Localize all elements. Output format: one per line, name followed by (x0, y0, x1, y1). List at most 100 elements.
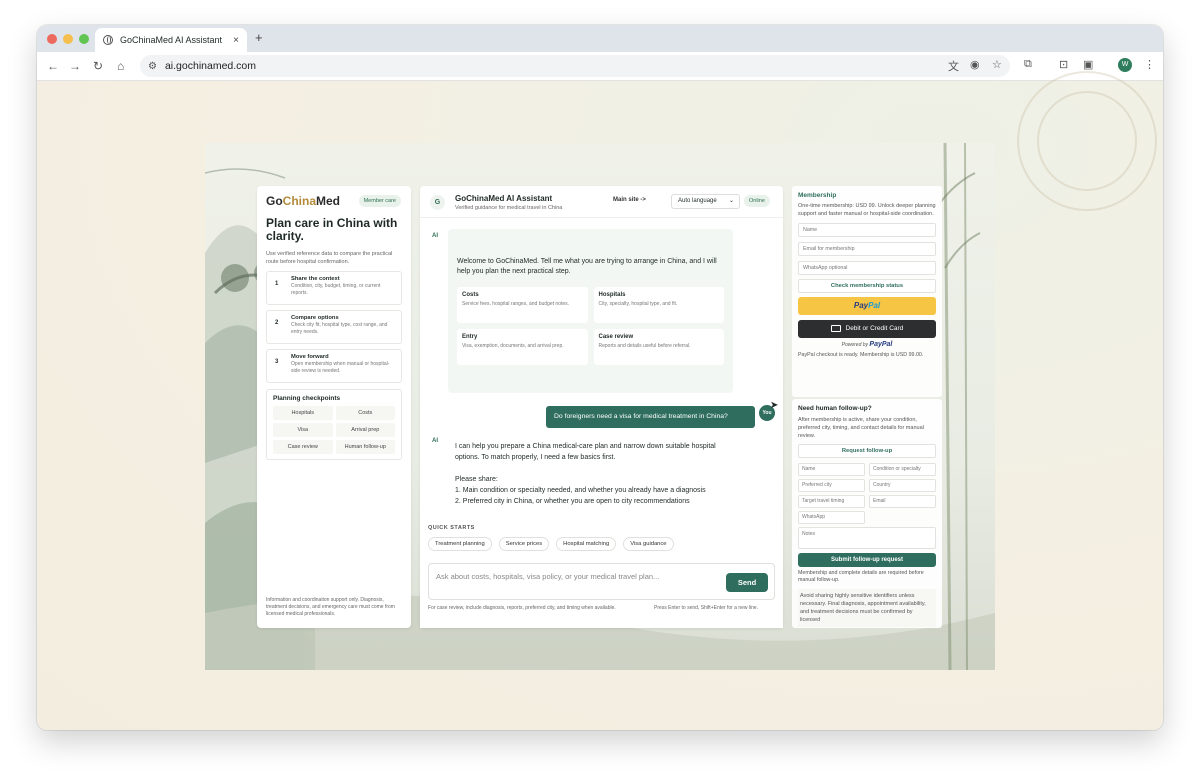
reload-icon[interactable]: ↻ (93, 59, 103, 73)
language-value: Auto language (678, 198, 717, 204)
step-title: Move forward (291, 354, 329, 360)
tab-title: GoChinaMed AI Assistant (120, 35, 223, 45)
app-page: GoChinaMed Member care Plan care in Chin… (205, 143, 995, 670)
maximize-window-button[interactable] (79, 34, 89, 44)
submit-follow-up-button[interactable]: Submit follow-up request (798, 553, 936, 567)
tab-close-icon[interactable]: × (233, 35, 239, 46)
chevron-down-icon: ⌄ (728, 198, 734, 204)
checkout-status: PayPal checkout is ready. Membership is … (798, 352, 924, 358)
fu-timing-field[interactable]: Target travel timing (798, 495, 865, 508)
planning-checkpoints: Planning checkpoints Hospitals Costs Vis… (266, 389, 402, 460)
credit-card-icon (830, 324, 841, 332)
message-list: AI Welcome to GoChinaMed. Tell me what y… (420, 219, 783, 521)
globe-icon (103, 35, 113, 45)
card-button-label: Debit or Credit Card (845, 325, 904, 332)
reply-paragraph: I can help you prepare a China medical-c… (455, 443, 716, 461)
fu-country-field[interactable]: Country (869, 479, 936, 492)
checkpoint-hospitals[interactable]: Hospitals (273, 406, 333, 420)
checkpoint-case-review[interactable]: Case review (273, 440, 333, 454)
viewport: GoChinaMed Member care Plan care in Chin… (37, 71, 1163, 730)
paypal-logo-pal: Pal (868, 301, 881, 310)
step-card: 2 Compare options Check city fit, hospit… (266, 310, 402, 344)
keyboard-hint: Press Enter to send, Shift+Enter for a n… (654, 605, 759, 611)
profile-avatar[interactable]: W (1118, 58, 1132, 72)
quick-start-treatment-planning[interactable]: Treatment planning (428, 537, 492, 551)
reply-list-item: 1. Main condition or specialty needed, a… (455, 487, 706, 494)
star-icon[interactable]: ☆ (992, 58, 1002, 71)
chat-header: G GoChinaMed AI Assistant Verified guida… (420, 186, 783, 218)
request-follow-up-button[interactable]: Request follow-up (798, 444, 936, 458)
home-icon[interactable]: ⌂ (117, 59, 124, 73)
quick-start-visa-guidance[interactable]: Visa guidance (623, 537, 674, 551)
step-desc: Condition, city, budget, timing, or curr… (291, 283, 381, 296)
card-payment-button[interactable]: Debit or Credit Card (798, 320, 936, 338)
screenshot-icon[interactable]: ⊡ (1059, 58, 1068, 71)
site-info-icon[interactable]: ⚙ (148, 61, 157, 72)
tile-desc: Service fees, hospital ranges, and budge… (462, 301, 570, 307)
fu-name-field[interactable]: Name (798, 463, 865, 476)
send-button[interactable]: Send (726, 573, 768, 592)
tab-strip: GoChinaMed AI Assistant × + (37, 25, 1163, 52)
membership-title: Membership (798, 192, 837, 199)
powered-by-paypal: Powered by PayPal (798, 341, 936, 348)
fu-condition-field[interactable]: Condition or specialty (869, 463, 936, 476)
tile-desc: Reports and details useful before referr… (598, 343, 691, 349)
topic-tile-case-review[interactable]: Case review Reports and details useful b… (593, 329, 724, 365)
back-icon[interactable]: ← (47, 59, 59, 73)
check-membership-button[interactable]: Check membership status (798, 279, 936, 293)
whatsapp-field[interactable]: WhatsApp optional (798, 261, 936, 275)
tile-title: Case review (598, 334, 634, 340)
eye-icon[interactable]: ◉ (970, 58, 980, 71)
topic-tile-costs[interactable]: Costs Service fees, hospital ranges, and… (457, 287, 588, 323)
menu-kebab-icon[interactable]: ⋮ (1144, 58, 1155, 71)
follow-up-title: Need human follow-up? (798, 405, 872, 412)
checkpoint-arrival-prep[interactable]: Arrival prep (335, 423, 395, 437)
close-window-button[interactable] (47, 34, 57, 44)
paypal-button[interactable]: PayPal (798, 297, 936, 315)
topic-tile-hospitals[interactable]: Hospitals City, specialty, hospital type… (593, 287, 724, 323)
email-field[interactable]: Email for membership (798, 242, 936, 256)
follow-up-desc: After membership is active, share your c… (798, 417, 924, 439)
step-desc: Check city fit, hospital type, cost rang… (291, 322, 388, 335)
checkpoint-visa[interactable]: Visa (273, 423, 333, 437)
fu-city-field[interactable]: Preferred city (798, 479, 865, 492)
step-title: Compare options (291, 315, 339, 321)
quick-start-hospital-matching[interactable]: Hospital matching (556, 537, 617, 551)
assistant-reply: I can help you prepare a China medical-c… (455, 441, 735, 507)
user-message: Do foreigners need a visa for medical tr… (546, 406, 755, 428)
quick-start-service-prices[interactable]: Service prices (498, 537, 550, 551)
minimize-window-button[interactable] (63, 34, 73, 44)
step-card: 1 Share the context Condition, city, bud… (266, 271, 402, 305)
fu-email-field[interactable]: Email (869, 495, 936, 508)
forward-icon[interactable]: → (69, 59, 81, 73)
chat-panel: G GoChinaMed AI Assistant Verified guida… (420, 186, 783, 628)
notes-field[interactable]: Notes (798, 527, 936, 549)
extensions-icon[interactable]: ⧉ (1024, 58, 1032, 71)
chat-subtitle: Verified guidance for medical travel in … (455, 205, 563, 211)
brand-go: Go (266, 194, 283, 208)
sidepanel-icon[interactable]: ▣ (1083, 58, 1093, 71)
message-input[interactable]: Ask about costs, hospitals, visa policy,… (428, 563, 775, 600)
checkpoint-costs[interactable]: Costs (335, 406, 395, 420)
topic-tile-entry[interactable]: Entry Visa, exemption, documents, and ar… (457, 329, 588, 365)
translate-icon[interactable]: 文 (948, 58, 959, 74)
language-select[interactable]: Auto language ⌄ (671, 194, 740, 209)
step-desc: Open membership when manual or hospital-… (291, 361, 390, 374)
tile-desc: City, specialty, hospital type, and fit. (598, 301, 678, 307)
chat-title: GoChinaMed AI Assistant (455, 194, 553, 203)
step-card: 3 Move forward Open membership when manu… (266, 349, 402, 383)
name-field[interactable]: Name (798, 223, 936, 237)
tile-desc: Visa, exemption, documents, and arrival … (462, 343, 564, 349)
follow-up-card: Need human follow-up? After membership i… (792, 399, 942, 628)
member-care-pill[interactable]: Member care (358, 195, 401, 207)
fu-whatsapp-field[interactable]: WhatsApp (798, 511, 865, 524)
main-site-link[interactable]: Main site -> (613, 197, 646, 203)
welcome-text: Welcome to GoChinaMed. Tell me what you … (457, 258, 717, 275)
new-tab-button[interactable]: + (255, 30, 263, 45)
step-number: 1 (275, 281, 279, 287)
checkpoint-human-follow-up[interactable]: Human follow-up (335, 440, 395, 454)
browser-tab[interactable]: GoChinaMed AI Assistant × (95, 28, 247, 52)
brand-china: China (282, 194, 317, 208)
address-bar[interactable]: ⚙ ai.gochinamed.com (140, 55, 1010, 77)
paypal-brand: PayPal (869, 341, 893, 348)
